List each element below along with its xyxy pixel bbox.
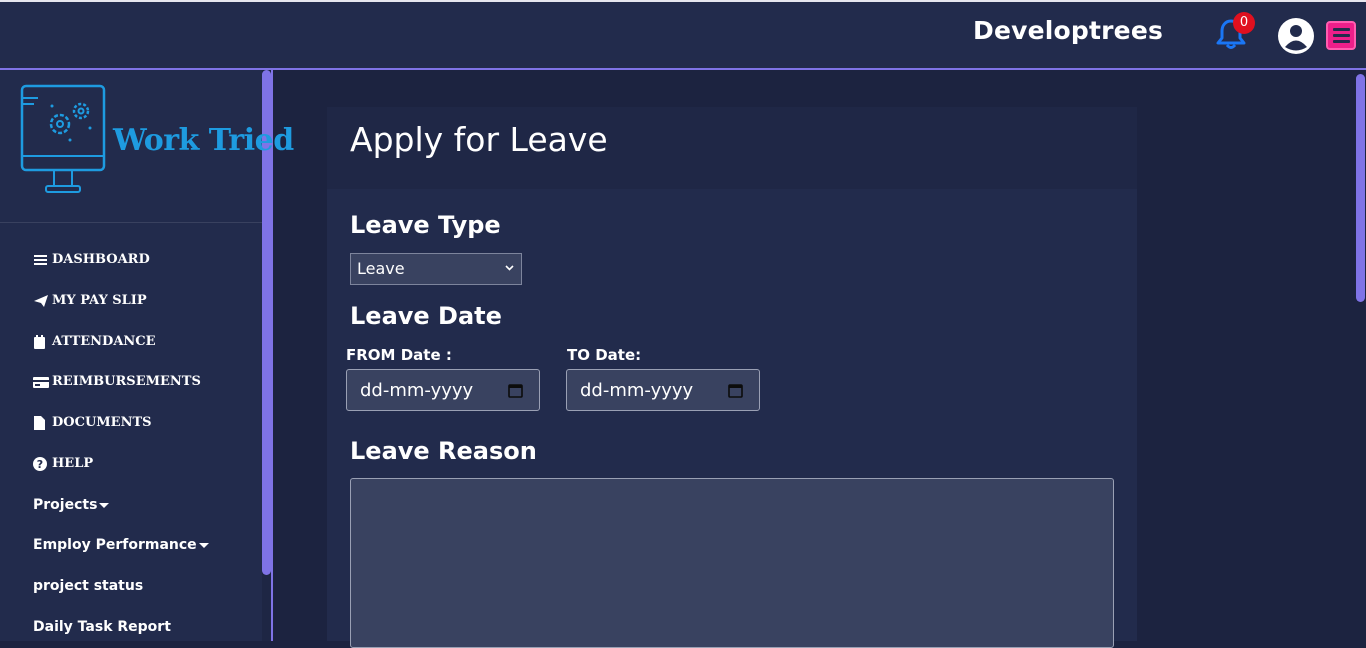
main-scrollbar[interactable]: [1356, 74, 1365, 302]
leave-type-label: Leave Type: [350, 211, 501, 239]
leave-type-select[interactable]: Leave: [350, 253, 522, 285]
sidebar-item-label: MY PAY SLIP: [52, 293, 147, 308]
file-icon: [34, 415, 45, 430]
paper-plane-icon: [34, 294, 48, 307]
sidebar-item-daily-task-report[interactable]: Daily Task Report: [33, 619, 171, 635]
sidebar-item-label: ATTENDANCE: [52, 334, 156, 349]
sidebar-item-dashboard[interactable]: DASHBOARD: [33, 252, 150, 267]
logo-text: Work Tried: [113, 123, 294, 158]
sidebar-divider: [0, 222, 262, 223]
to-date-label: TO Date:: [567, 346, 642, 364]
to-date-placeholder: dd-mm-yyyy: [580, 380, 694, 401]
sidebar-item-label: HELP: [52, 456, 94, 471]
sidebar-item-label: Employ Performance: [33, 537, 197, 553]
sidebar-item-reimbursements[interactable]: REIMBURSEMENTS: [33, 374, 201, 389]
page-title: Apply for Leave: [350, 120, 608, 159]
chevron-down-icon: [505, 265, 514, 271]
brand-name: Developtrees: [973, 16, 1164, 45]
credit-card-icon: [33, 376, 49, 388]
sidebar-item-attendance[interactable]: ATTENDANCE: [33, 334, 156, 349]
caret-down-icon: [198, 542, 209, 548]
sidebar-item-projects[interactable]: Projects: [33, 497, 110, 513]
sidebar-item-label: REIMBURSEMENTS: [52, 374, 201, 389]
sidebar-item-project-status[interactable]: project status: [33, 578, 143, 594]
sidebar-item-label: DOCUMENTS: [52, 415, 152, 430]
sidebar-item-employ-performance[interactable]: Employ Performance: [33, 537, 209, 553]
calendar-picker-icon[interactable]: [728, 383, 743, 398]
leave-type-value: Leave: [357, 259, 405, 278]
sidebar-item-label: Projects: [33, 497, 98, 513]
from-date-input[interactable]: dd-mm-yyyy: [346, 369, 540, 411]
sidebar-item-label: project status: [33, 578, 144, 594]
sidebar-item-my-pay-slip[interactable]: MY PAY SLIP: [33, 293, 147, 308]
sidebar-item-documents[interactable]: DOCUMENTS: [33, 415, 152, 430]
bars-icon: [34, 254, 47, 265]
notification-badge: 0: [1233, 12, 1255, 34]
question-circle-icon: ?: [33, 456, 47, 471]
leave-reason-textarea[interactable]: [350, 478, 1114, 648]
svg-text:?: ?: [37, 458, 43, 471]
user-avatar-icon[interactable]: [1277, 17, 1315, 55]
leave-reason-label: Leave Reason: [350, 437, 537, 465]
hamburger-menu-button[interactable]: [1326, 21, 1356, 50]
calendar-picker-icon[interactable]: [508, 383, 523, 398]
caret-down-icon: [99, 502, 110, 508]
to-date-input[interactable]: dd-mm-yyyy: [566, 369, 760, 411]
leave-date-label: Leave Date: [350, 302, 502, 330]
sidebar-item-label: Daily Task Report: [33, 619, 171, 635]
sidebar-item-help[interactable]: ? HELP: [33, 456, 93, 471]
from-date-placeholder: dd-mm-yyyy: [360, 380, 474, 401]
calendar-icon: [34, 334, 45, 349]
sidebar-item-label: DASHBOARD: [52, 252, 150, 267]
from-date-label: FROM Date :: [346, 346, 452, 364]
